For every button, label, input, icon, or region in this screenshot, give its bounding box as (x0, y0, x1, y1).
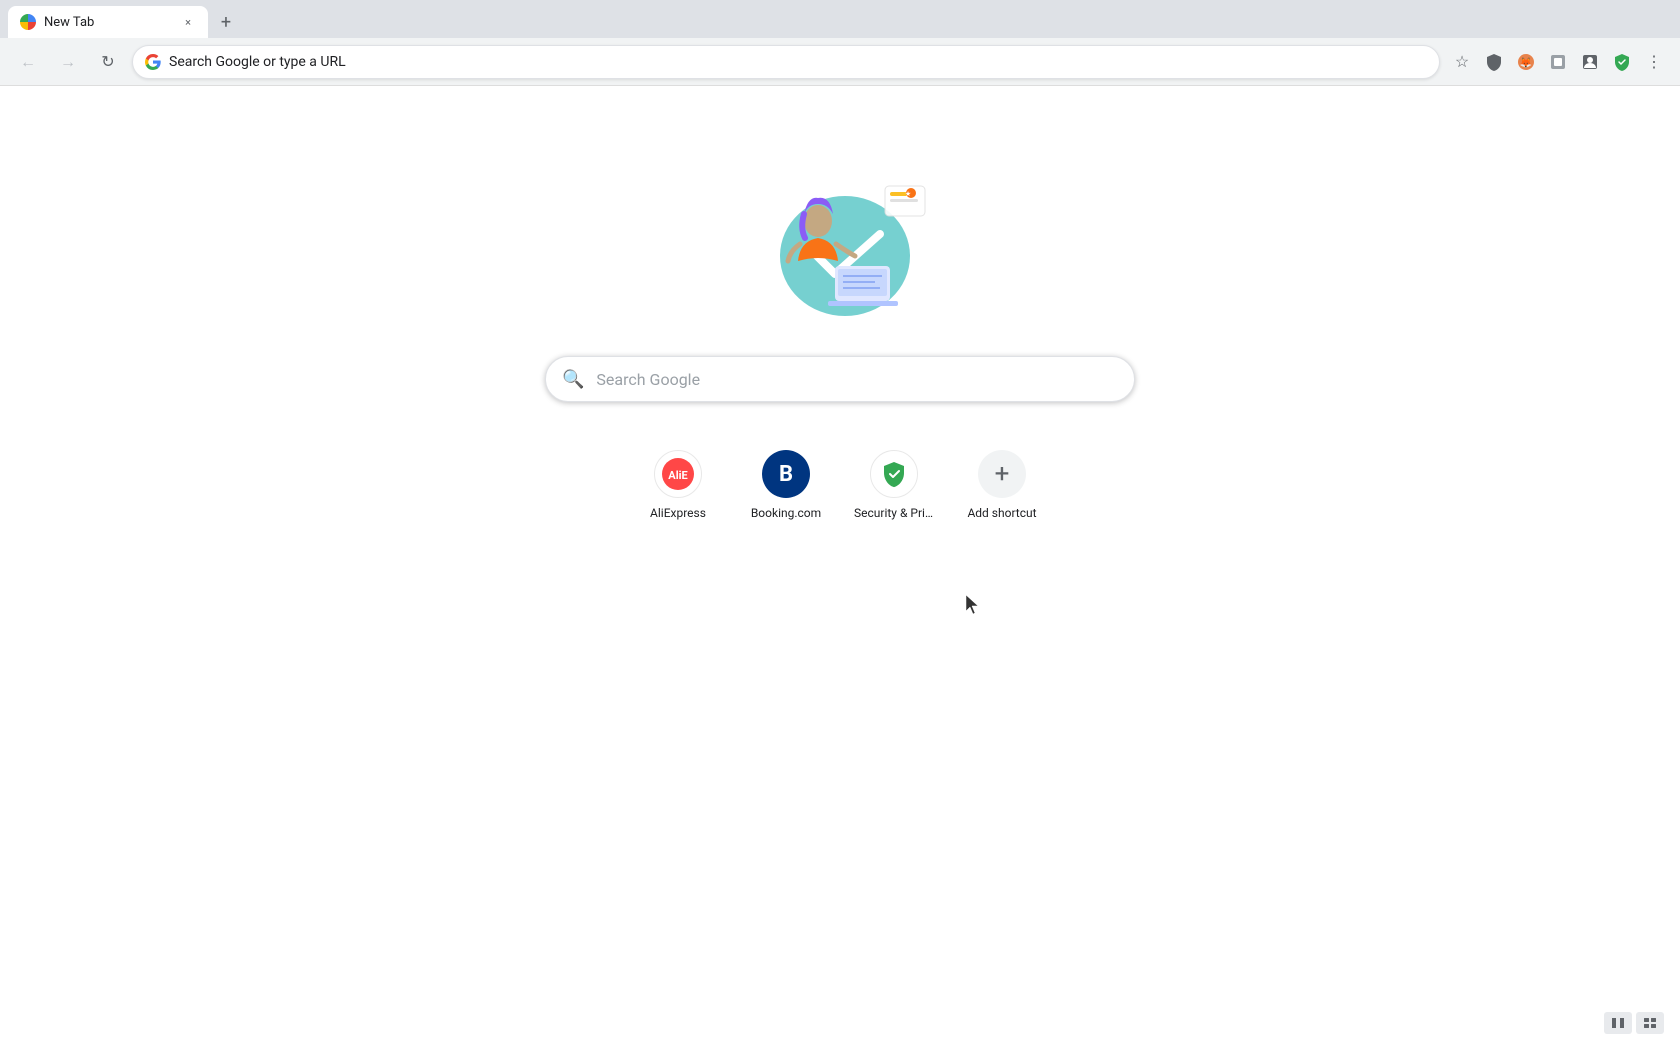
add-icon-plus: + (995, 450, 1010, 498)
back-button[interactable]: ← (12, 46, 44, 78)
toolbar-right: ☆ 🦊 (1448, 48, 1668, 76)
page-content: ★ 🔍 Search Google AliE AliExpress (0, 86, 1680, 1050)
shortcut-aliexpress[interactable]: AliE AliExpress (632, 442, 724, 528)
search-bar[interactable]: 🔍 Search Google (545, 356, 1135, 402)
hero-illustration: ★ (740, 166, 940, 326)
tab-favicon (20, 14, 36, 30)
google-icon (145, 54, 161, 70)
search-container: 🔍 Search Google (545, 356, 1135, 402)
toolbar: ← → ↻ Search Google or type a URL ☆ (0, 38, 1680, 86)
booking-icon: B (762, 450, 810, 498)
extension-shield-icon[interactable] (1480, 48, 1508, 76)
add-shortcut-label: Add shortcut (967, 506, 1036, 520)
active-tab[interactable]: New Tab × (8, 6, 208, 38)
address-bar[interactable]: Search Google or type a URL (132, 45, 1440, 79)
reload-button[interactable]: ↻ (92, 46, 124, 78)
bottom-controls (1604, 1012, 1664, 1034)
extension-puzzle-icon[interactable] (1544, 48, 1572, 76)
forward-button[interactable]: → (52, 46, 84, 78)
bookmark-button[interactable]: ☆ (1448, 48, 1476, 76)
svg-text:🦊: 🦊 (1520, 57, 1532, 69)
extension-green-shield-icon[interactable] (1608, 48, 1636, 76)
aliexpress-icon: AliE (654, 450, 702, 498)
shortcut-booking[interactable]: B Booking.com (740, 442, 832, 528)
address-bar-text: Search Google or type a URL (169, 54, 1427, 70)
new-tab-button[interactable]: + (212, 8, 240, 36)
search-placeholder: Search Google (596, 370, 700, 389)
svg-text:★: ★ (905, 190, 911, 198)
pause-button[interactable] (1604, 1012, 1632, 1034)
security-label: Security & Priv... (854, 506, 934, 520)
tab-close-button[interactable]: × (180, 14, 196, 30)
extension-fox-icon[interactable]: 🦊 (1512, 48, 1540, 76)
shortcut-security[interactable]: Security & Priv... (848, 442, 940, 528)
tab-bar: New Tab × + (0, 0, 1680, 38)
shortcut-add[interactable]: + Add shortcut (956, 442, 1048, 528)
aliexpress-label: AliExpress (650, 506, 706, 520)
menu-button[interactable]: ⋮ (1640, 48, 1668, 76)
grid-button[interactable] (1636, 1012, 1664, 1034)
add-shortcut-icon: + (978, 450, 1026, 498)
cursor (966, 595, 980, 619)
booking-icon-letter: B (779, 462, 793, 487)
tab-title: New Tab (44, 15, 172, 30)
browser-frame: New Tab × + ← → ↻ Search Google or type … (0, 0, 1680, 1050)
search-icon: 🔍 (562, 369, 584, 390)
booking-label: Booking.com (751, 506, 821, 520)
security-icon (870, 450, 918, 498)
svg-text:AliE: AliE (668, 469, 687, 482)
shortcuts-container: AliE AliExpress B Booking.com (632, 442, 1048, 528)
extension-user-icon[interactable] (1576, 48, 1604, 76)
